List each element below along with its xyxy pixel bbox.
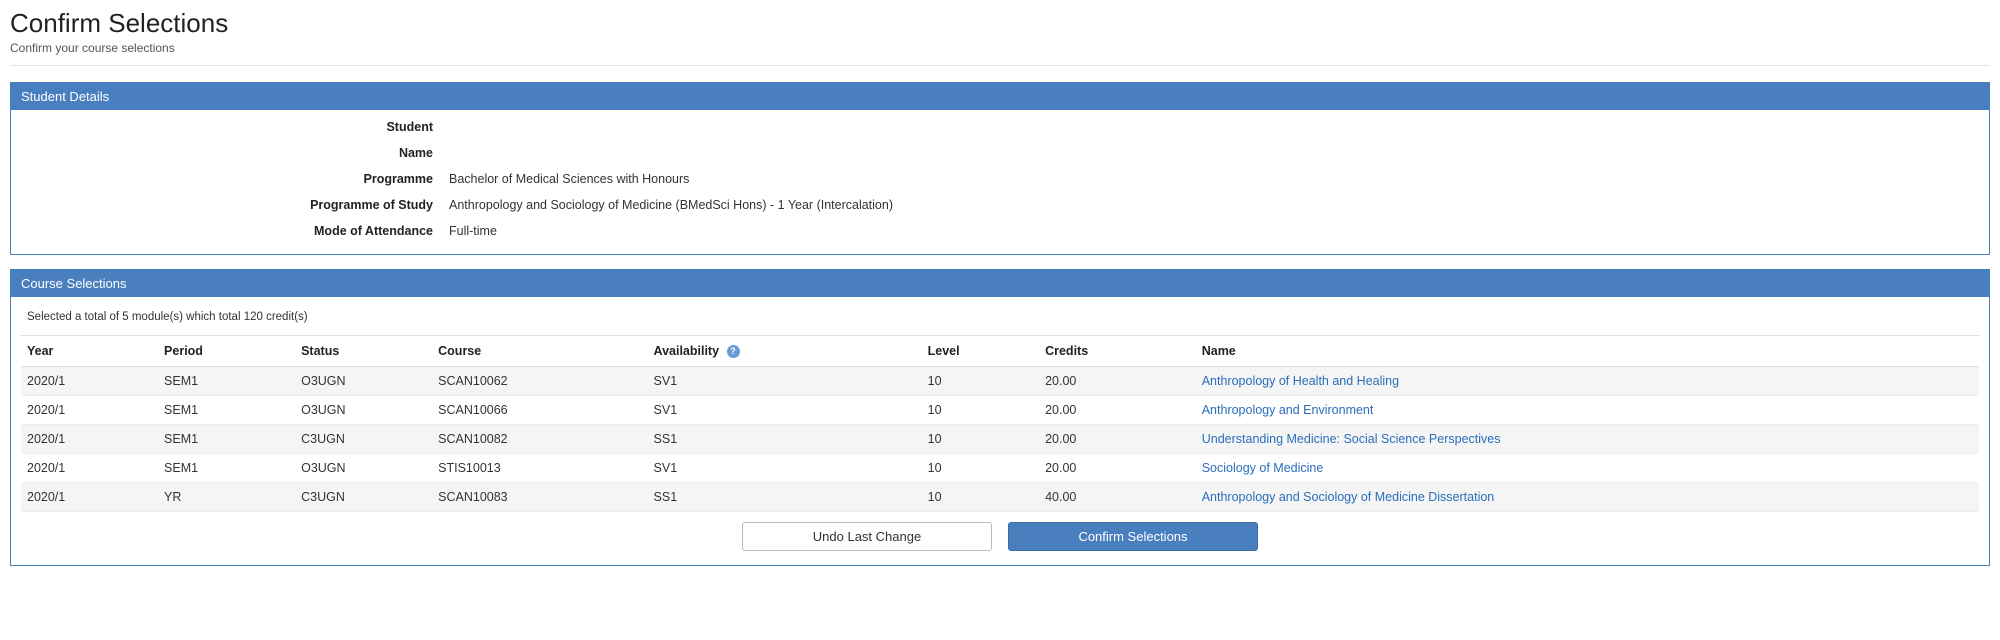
course-table-body: 2020/1 SEM1 O3UGN SCAN10062 SV1 10 20.00…	[21, 367, 1979, 512]
col-header-availability: Availability ?	[648, 336, 922, 367]
cell-level: 10	[922, 483, 1039, 512]
label-mode-of-attendance: Mode of Attendance	[21, 218, 441, 244]
selection-summary: Selected a total of 5 module(s) which to…	[21, 301, 1979, 335]
value-programme-of-study: Anthropology and Sociology of Medicine (…	[441, 192, 1979, 218]
cell-name: Sociology of Medicine	[1196, 454, 1979, 483]
cell-course: SCAN10062	[432, 367, 647, 396]
cell-level: 10	[922, 425, 1039, 454]
cell-year: 2020/1	[21, 483, 158, 512]
course-name-link[interactable]: Sociology of Medicine	[1202, 461, 1324, 475]
course-selections-header: Course Selections	[11, 270, 1989, 297]
cell-course: SCAN10082	[432, 425, 647, 454]
label-programme: Programme	[21, 166, 441, 192]
course-table-header-row: Year Period Status Course Availability ?…	[21, 336, 1979, 367]
col-header-credits: Credits	[1039, 336, 1196, 367]
cell-name: Anthropology and Sociology of Medicine D…	[1196, 483, 1979, 512]
undo-last-change-button[interactable]: Undo Last Change	[742, 522, 992, 551]
detail-row-mode-of-attendance: Mode of Attendance Full-time	[21, 218, 1979, 244]
cell-status: C3UGN	[295, 483, 432, 512]
student-details-header: Student Details	[11, 83, 1989, 110]
course-table: Year Period Status Course Availability ?…	[21, 335, 1979, 512]
confirm-selections-button[interactable]: Confirm Selections	[1008, 522, 1258, 551]
label-student: Student	[21, 114, 441, 140]
col-header-level: Level	[922, 336, 1039, 367]
cell-year: 2020/1	[21, 425, 158, 454]
cell-name: Understanding Medicine: Social Science P…	[1196, 425, 1979, 454]
cell-year: 2020/1	[21, 396, 158, 425]
cell-availability: SS1	[648, 425, 922, 454]
value-name	[441, 140, 1979, 166]
cell-availability: SV1	[648, 454, 922, 483]
cell-course: SCAN10083	[432, 483, 647, 512]
cell-credits: 40.00	[1039, 483, 1196, 512]
course-name-link[interactable]: Anthropology of Health and Healing	[1202, 374, 1399, 388]
cell-credits: 20.00	[1039, 396, 1196, 425]
value-programme: Bachelor of Medical Sciences with Honour…	[441, 166, 1979, 192]
page-header: Confirm Selections Confirm your course s…	[10, 8, 1990, 55]
col-header-availability-label: Availability	[654, 344, 720, 358]
col-header-status: Status	[295, 336, 432, 367]
cell-course: STIS10013	[432, 454, 647, 483]
cell-status: O3UGN	[295, 396, 432, 425]
cell-period: SEM1	[158, 396, 295, 425]
student-details-table: Student Name Programme Bachelor of Medic…	[21, 114, 1979, 244]
detail-row-student: Student	[21, 114, 1979, 140]
col-header-period: Period	[158, 336, 295, 367]
course-name-link[interactable]: Understanding Medicine: Social Science P…	[1202, 432, 1501, 446]
actions-row: Undo Last Change Confirm Selections	[21, 512, 1979, 555]
page-title: Confirm Selections	[10, 8, 1990, 39]
course-name-link[interactable]: Anthropology and Sociology of Medicine D…	[1202, 490, 1495, 504]
cell-level: 10	[922, 396, 1039, 425]
cell-name: Anthropology of Health and Healing	[1196, 367, 1979, 396]
course-name-link[interactable]: Anthropology and Environment	[1202, 403, 1374, 417]
value-student	[441, 114, 1979, 140]
cell-level: 10	[922, 454, 1039, 483]
label-programme-of-study: Programme of Study	[21, 192, 441, 218]
cell-period: SEM1	[158, 367, 295, 396]
cell-status: O3UGN	[295, 367, 432, 396]
student-details-panel: Student Details Student Name Programme B…	[10, 82, 1990, 255]
cell-period: SEM1	[158, 454, 295, 483]
table-row: 2020/1 YR C3UGN SCAN10083 SS1 10 40.00 A…	[21, 483, 1979, 512]
course-selections-body: Selected a total of 5 module(s) which to…	[11, 297, 1989, 565]
cell-availability: SS1	[648, 483, 922, 512]
course-selections-panel: Course Selections Selected a total of 5 …	[10, 269, 1990, 566]
table-row: 2020/1 SEM1 O3UGN SCAN10066 SV1 10 20.00…	[21, 396, 1979, 425]
detail-row-programme-of-study: Programme of Study Anthropology and Soci…	[21, 192, 1979, 218]
cell-credits: 20.00	[1039, 454, 1196, 483]
table-row: 2020/1 SEM1 C3UGN SCAN10082 SS1 10 20.00…	[21, 425, 1979, 454]
value-mode-of-attendance: Full-time	[441, 218, 1979, 244]
cell-availability: SV1	[648, 367, 922, 396]
cell-name: Anthropology and Environment	[1196, 396, 1979, 425]
col-header-name: Name	[1196, 336, 1979, 367]
cell-period: YR	[158, 483, 295, 512]
label-name: Name	[21, 140, 441, 166]
page-subtitle: Confirm your course selections	[10, 41, 1990, 55]
detail-row-name: Name	[21, 140, 1979, 166]
col-header-course: Course	[432, 336, 647, 367]
info-icon[interactable]: ?	[727, 345, 740, 358]
col-header-year: Year	[21, 336, 158, 367]
cell-year: 2020/1	[21, 454, 158, 483]
detail-row-programme: Programme Bachelor of Medical Sciences w…	[21, 166, 1979, 192]
table-row: 2020/1 SEM1 O3UGN STIS10013 SV1 10 20.00…	[21, 454, 1979, 483]
cell-credits: 20.00	[1039, 425, 1196, 454]
cell-status: C3UGN	[295, 425, 432, 454]
cell-course: SCAN10066	[432, 396, 647, 425]
cell-period: SEM1	[158, 425, 295, 454]
cell-availability: SV1	[648, 396, 922, 425]
cell-level: 10	[922, 367, 1039, 396]
cell-credits: 20.00	[1039, 367, 1196, 396]
divider	[10, 65, 1990, 66]
cell-status: O3UGN	[295, 454, 432, 483]
cell-year: 2020/1	[21, 367, 158, 396]
table-row: 2020/1 SEM1 O3UGN SCAN10062 SV1 10 20.00…	[21, 367, 1979, 396]
student-details-body: Student Name Programme Bachelor of Medic…	[11, 110, 1989, 254]
